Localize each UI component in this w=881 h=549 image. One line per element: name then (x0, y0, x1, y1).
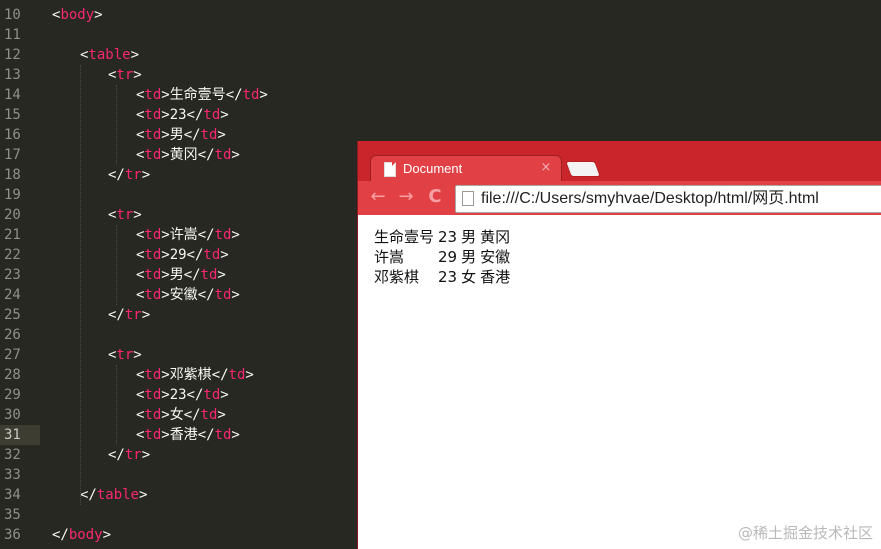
table-cell: 男 (461, 228, 477, 246)
forward-arrow-icon[interactable]: → (395, 186, 417, 208)
table-cell: 女 (461, 268, 477, 286)
table-cell: 黄冈 (480, 228, 511, 246)
indent-guide (116, 85, 117, 165)
code-line[interactable]: 11 (0, 25, 881, 45)
table-cell: 23 (438, 228, 458, 246)
code-line[interactable]: 13 <tr> (0, 65, 881, 85)
code-text: <td>23</td> (135, 387, 229, 403)
indent-guide (116, 365, 117, 445)
code-line[interactable]: 12 <table> (0, 45, 881, 65)
code-line[interactable]: 10 <body> (0, 5, 881, 25)
indent-guide (116, 225, 117, 305)
table-row: 许嵩 29 男安徽 (373, 247, 511, 267)
line-number: 10 (4, 7, 21, 23)
line-number: 21 (4, 227, 21, 243)
back-arrow-icon[interactable]: ← (367, 186, 389, 208)
url-text[interactable]: file:///C:/Users/smyhvae/Desktop/html/网页… (481, 186, 819, 212)
tab-title: Document (403, 161, 463, 176)
table-cell: 生命壹号 (374, 228, 435, 246)
line-number: 35 (4, 507, 21, 523)
code-text: </body> (52, 527, 112, 543)
line-number: 16 (4, 127, 21, 143)
tab-document[interactable]: Document × (370, 155, 562, 182)
code-text: <table> (79, 47, 140, 63)
table-cell: 安徽 (480, 248, 511, 266)
watermark: @稀土掘金技术社区 (737, 524, 873, 542)
line-number: 12 (4, 47, 21, 63)
line-number: 30 (4, 407, 21, 423)
table-cell: 许嵩 (374, 248, 405, 266)
line-number: 29 (4, 387, 21, 403)
code-text: <td>许嵩</td> (135, 227, 240, 243)
code-text: <td>男</td> (135, 267, 226, 283)
line-number: 28 (4, 367, 21, 383)
line-number: 36 (4, 527, 21, 543)
rendered-table: 生命壹号 23 男黄冈 许嵩 29 男安徽 邓紫棋 23 女香港 (371, 227, 513, 287)
code-text: <td>生命壹号</td> (135, 87, 268, 103)
browser-window[interactable]: Document × ← → C file:///C:/Users/smyhva… (357, 141, 881, 549)
line-number: 23 (4, 267, 21, 283)
code-text: <body> (52, 7, 103, 23)
line-number: 22 (4, 247, 21, 263)
code-text: <td>23</td> (135, 107, 229, 123)
code-line[interactable]: 14 <td>生命壹号</td> (0, 85, 881, 105)
code-text: <td>香港</td> (135, 427, 240, 443)
code-text: <td>黄冈</td> (135, 147, 240, 163)
line-number: 32 (4, 447, 21, 463)
code-text: <tr> (107, 347, 142, 363)
browser-toolbar: ← → C file:///C:/Users/smyhvae/Desktop/h… (358, 181, 881, 215)
line-number: 18 (4, 167, 21, 183)
table-row: 邓紫棋 23 女香港 (373, 267, 511, 287)
line-number: 13 (4, 67, 21, 83)
indent-guide (80, 65, 81, 505)
code-text: </table> (79, 487, 148, 503)
page-icon (462, 191, 474, 206)
line-number: 20 (4, 207, 21, 223)
line-number: 33 (4, 467, 21, 483)
code-text: <td>安徽</td> (135, 287, 240, 303)
line-number: 27 (4, 347, 21, 363)
table-cell: 男 (461, 248, 477, 266)
code-text: <tr> (107, 207, 142, 223)
page-viewport: 生命壹号 23 男黄冈 许嵩 29 男安徽 邓紫棋 23 女香港 (358, 215, 881, 549)
address-bar[interactable]: file:///C:/Users/smyhvae/Desktop/html/网页… (455, 185, 881, 213)
line-number: 31 (4, 427, 21, 443)
table-cell: 29 (438, 248, 458, 266)
code-text: <td>29</td> (135, 247, 229, 263)
code-line[interactable]: 15 <td>23</td> (0, 105, 881, 125)
document-icon (384, 162, 396, 177)
table-cell: 23 (438, 268, 458, 286)
new-tab-button[interactable] (565, 161, 601, 177)
line-number: 26 (4, 327, 21, 343)
code-text: </tr> (107, 307, 151, 323)
code-text: </tr> (107, 447, 151, 463)
line-number: 14 (4, 87, 21, 103)
close-icon[interactable]: × (539, 161, 553, 175)
reload-icon[interactable]: C (424, 186, 446, 208)
table-row: 生命壹号 23 男黄冈 (373, 227, 511, 247)
code-text: <tr> (107, 67, 142, 83)
line-number: 15 (4, 107, 21, 123)
code-text: <td>邓紫棋</td> (135, 367, 254, 383)
line-number: 19 (4, 187, 21, 203)
line-number: 34 (4, 487, 21, 503)
line-number: 24 (4, 287, 21, 303)
table-cell: 邓紫棋 (374, 268, 420, 286)
line-number: 17 (4, 147, 21, 163)
code-text: <td>男</td> (135, 127, 226, 143)
line-number: 25 (4, 307, 21, 323)
line-number: 11 (4, 27, 21, 43)
code-text: <td>女</td> (135, 407, 226, 423)
code-text: </tr> (107, 167, 151, 183)
table-cell: 香港 (480, 268, 511, 286)
